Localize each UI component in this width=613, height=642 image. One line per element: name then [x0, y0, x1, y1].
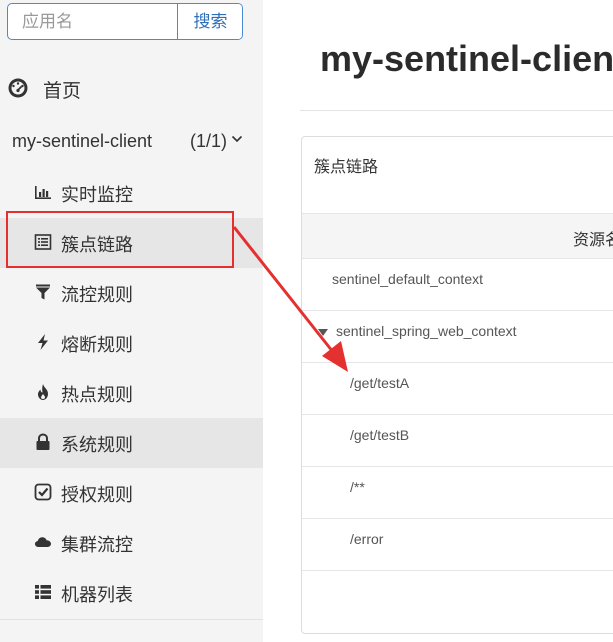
- cluster-link-panel: 簇点链路 资源名 sentinel_default_context sentin…: [301, 136, 613, 634]
- nav-home[interactable]: 首页: [0, 66, 263, 110]
- resource-name: sentinel_spring_web_context: [336, 323, 517, 339]
- page-title: my-sentinel-client: [320, 38, 613, 79]
- table-row[interactable]: sentinel_spring_web_context: [302, 310, 613, 363]
- app-group-toggle[interactable]: my-sentinel-client (1/1): [0, 123, 263, 163]
- sidebar-item-machine-list[interactable]: 机器列表: [0, 568, 263, 618]
- lock-icon: [36, 433, 50, 450]
- sidebar-item-label: 系统规则: [61, 435, 133, 455]
- nav-home-label: 首页: [43, 81, 82, 102]
- bolt-icon: [38, 334, 48, 350]
- resource-name: /**: [350, 479, 365, 495]
- table-header: 资源名: [302, 213, 613, 259]
- fire-icon: [38, 384, 48, 400]
- search-button[interactable]: 搜索: [177, 4, 242, 39]
- table-row[interactable]: /error: [302, 518, 613, 571]
- sidebar-item-system-rules[interactable]: 系统规则: [0, 418, 263, 468]
- sidebar-item-flow-rules[interactable]: 流控规则: [0, 268, 263, 318]
- sidebar: 搜索 首页 my-sentinel-client (1/1): [0, 0, 263, 642]
- sidebar-item-label: 热点规则: [61, 385, 133, 405]
- column-header-resource: 资源名: [573, 232, 613, 249]
- bar-chart-icon: [35, 186, 51, 199]
- table-row[interactable]: /get/testA: [302, 362, 613, 415]
- sidebar-item-label: 流控规则: [61, 285, 133, 305]
- sidebar-divider: [0, 619, 263, 620]
- app-group-2-toggle[interactable]: [0, 630, 263, 642]
- app-group-count: (1/1): [190, 131, 228, 151]
- resource-name: /error: [350, 531, 384, 547]
- panel-title: 簇点链路: [314, 159, 379, 176]
- resource-name: /get/testA: [350, 375, 410, 391]
- list-icon: [34, 234, 52, 250]
- resource-name: sentinel_default_context: [332, 271, 483, 287]
- sidebar-item-label: 簇点链路: [61, 235, 133, 255]
- filter-icon: [36, 284, 50, 300]
- title-divider: [300, 110, 613, 111]
- sidebar-item-label: 机器列表: [61, 585, 133, 605]
- sidebar-item-cluster-flow[interactable]: 集群流控: [0, 518, 263, 568]
- main-content: my-sentinel-client 簇点链路 资源名 sentinel_def…: [263, 0, 613, 642]
- table-row[interactable]: /**: [302, 466, 613, 519]
- page: 搜索 首页 my-sentinel-client (1/1): [0, 0, 613, 642]
- check-square-icon: [34, 483, 52, 501]
- search-box: 搜索: [7, 3, 243, 40]
- sidebar-item-cluster-link[interactable]: 簇点链路: [0, 218, 263, 268]
- table-row[interactable]: /get/testB: [302, 414, 613, 467]
- sidebar-item-degrade-rules[interactable]: 熔断规则: [0, 318, 263, 368]
- cloud-icon: [35, 537, 51, 547]
- search-input[interactable]: [8, 4, 178, 39]
- sidebar-item-realtime-monitor[interactable]: 实时监控: [0, 168, 263, 218]
- sidebar-item-hotspot-rules[interactable]: 热点规则: [0, 368, 263, 418]
- sidebar-item-label: 熔断规则: [61, 335, 133, 355]
- table-row[interactable]: sentinel_default_context: [302, 258, 613, 311]
- sidebar-item-auth-rules[interactable]: 授权规则: [0, 468, 263, 518]
- resource-name: /get/testB: [350, 427, 410, 443]
- chevron-down-icon: [231, 135, 243, 143]
- sidebar-item-label: 实时监控: [61, 185, 133, 205]
- app-group-name: my-sentinel-client: [12, 131, 153, 151]
- th-list-icon: [35, 585, 51, 599]
- sidebar-item-label: 授权规则: [61, 485, 133, 505]
- caret-down-icon[interactable]: [318, 329, 328, 337]
- sidebar-item-label: 集群流控: [61, 535, 133, 555]
- dashboard-icon: [8, 78, 28, 98]
